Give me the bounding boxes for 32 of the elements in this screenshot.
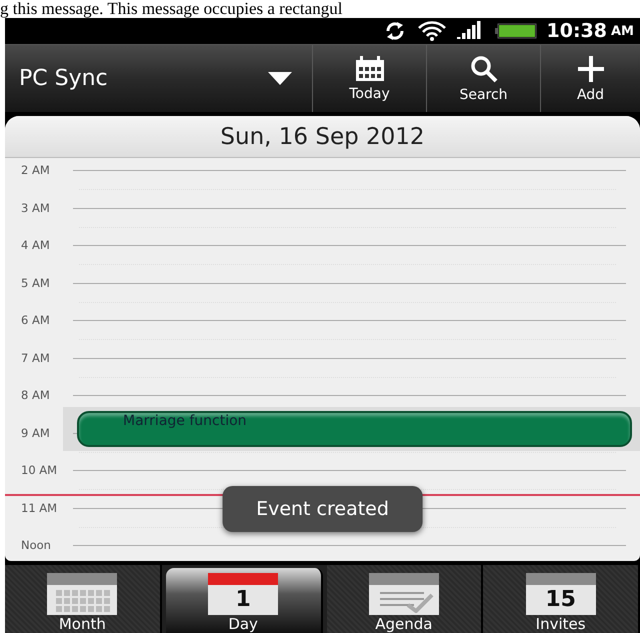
battery-icon [494, 23, 537, 39]
hour-label: Noon [21, 537, 52, 553]
wifi-icon [416, 20, 447, 42]
hour-label: 7 AM [21, 350, 51, 366]
date-header: Sun, 16 Sep 2012 [5, 116, 640, 158]
clock-time: 10:38 [546, 20, 607, 42]
hour-label: 11 AM [21, 500, 58, 516]
hour-label: 9 AM [21, 424, 51, 440]
view-tab[interactable]: Agenda [326, 565, 484, 633]
plus-icon [576, 54, 604, 82]
hour-label: 6 AM [21, 312, 51, 328]
hour-label: 2 AM [21, 162, 51, 178]
view-tab[interactable]: Month [5, 565, 162, 633]
dropdown-icon [268, 72, 292, 86]
view-tab[interactable]: 15 Invites [483, 565, 640, 633]
clock-meridiem: AM [611, 24, 634, 38]
hour-label: 10 AM [21, 462, 58, 478]
hour-label: 5 AM [21, 274, 51, 290]
view-tab[interactable]: 1 Day [166, 568, 322, 633]
calendar-selector[interactable]: PC Sync [5, 45, 312, 112]
calendar-date-number: 15 [545, 589, 576, 611]
toast-message: Event created [222, 486, 423, 532]
page-caption: g this message. This message occupies a rectangul [0, 0, 344, 18]
add-button[interactable]: Add [540, 45, 640, 112]
hour-label: 8 AM [21, 387, 51, 403]
hour-label: 3 AM [21, 200, 51, 216]
search-icon [470, 54, 498, 82]
search-button[interactable]: Search [426, 45, 540, 112]
calendar-icon [354, 56, 384, 82]
calendar-date-number: 1 [235, 589, 251, 611]
today-button[interactable]: Today [312, 45, 426, 112]
hour-label: 4 AM [21, 237, 51, 253]
